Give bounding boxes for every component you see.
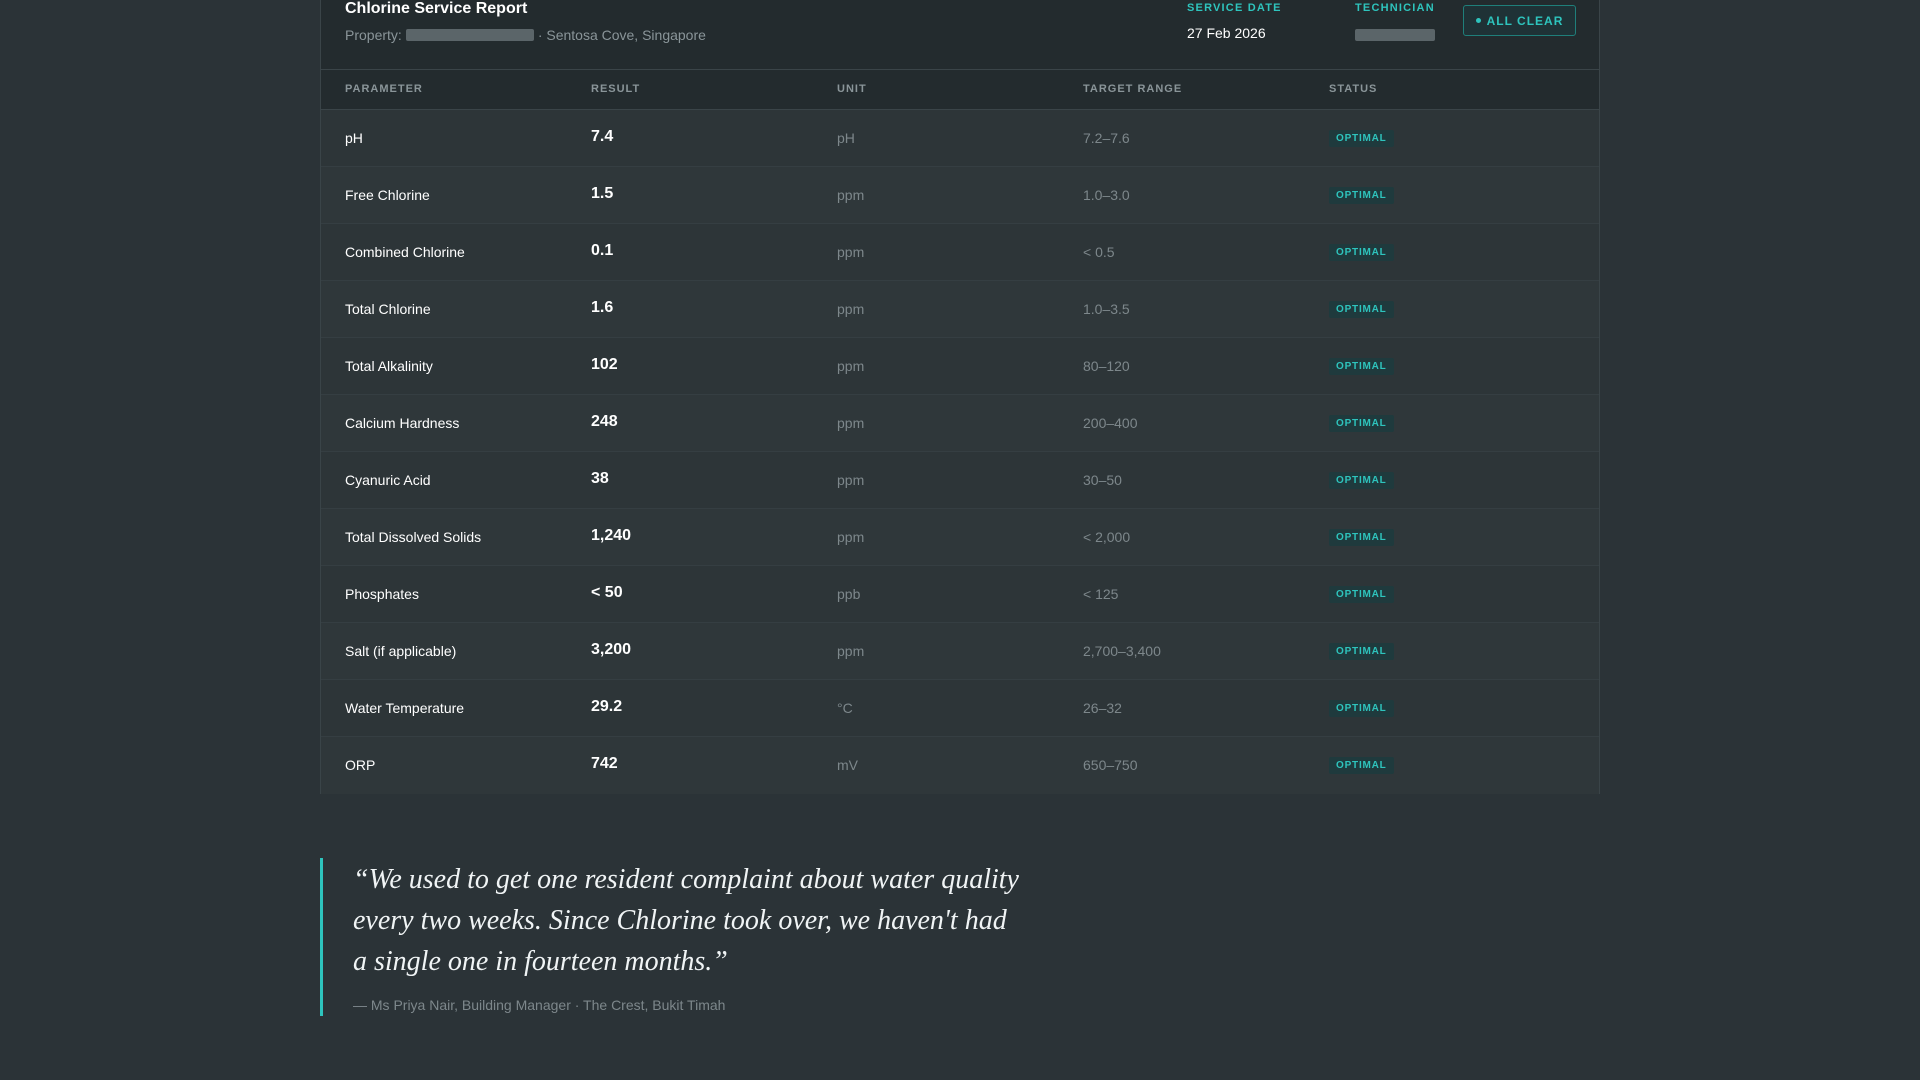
unit-cell: pH	[837, 130, 855, 146]
table-row: Total Chlorine 1.6 ppm 1.0–3.5 OPTIMAL	[321, 281, 1599, 338]
parameter-cell: Salt (if applicable)	[345, 643, 457, 659]
table-row: Total Dissolved Solids 1,240 ppm < 2,000…	[321, 509, 1599, 566]
unit-cell: ppm	[837, 472, 865, 488]
target-range-cell: 7.2–7.6	[1083, 130, 1130, 146]
result-cell: 1.6	[591, 299, 614, 316]
status-badge: OPTIMAL	[1329, 472, 1394, 489]
parameter-cell: pH	[345, 130, 363, 146]
parameter-cell: Total Alkalinity	[345, 358, 433, 374]
header-unit: UNIT	[837, 83, 867, 95]
status-dot-icon	[1475, 18, 1481, 23]
target-range-cell: < 125	[1083, 586, 1119, 602]
table-row: Total Alkalinity 102 ppm 80–120 OPTIMAL	[321, 338, 1599, 395]
result-cell: 0.1	[591, 242, 614, 259]
status-badge: OPTIMAL	[1329, 529, 1394, 546]
header-result: RESULT	[591, 83, 641, 95]
table-row: Free Chlorine 1.5 ppm 1.0–3.0 OPTIMAL	[321, 167, 1599, 224]
status-badge: OPTIMAL	[1329, 757, 1394, 774]
unit-cell: ppb	[837, 586, 861, 602]
parameter-cell: Water Temperature	[345, 700, 465, 716]
parameter-cell: Cyanuric Acid	[345, 472, 431, 488]
table-row: pH 7.4 pH 7.2–7.6 OPTIMAL	[321, 110, 1599, 167]
target-range-cell: 26–32	[1083, 700, 1122, 716]
target-range-cell: < 0.5	[1083, 244, 1115, 260]
unit-cell: ppm	[837, 643, 865, 659]
result-cell: 1.5	[591, 185, 614, 202]
table-header: PARAMETER RESULT UNIT TARGET RANGE STATU…	[321, 70, 1599, 110]
status-badge: OPTIMAL	[1329, 700, 1394, 717]
result-cell: < 50	[591, 584, 623, 601]
result-cell: 102	[591, 356, 618, 373]
unit-cell: ppm	[837, 529, 865, 545]
all-clear-button[interactable]: ALL CLEAR	[1463, 5, 1576, 36]
target-range-cell: 1.0–3.5	[1083, 301, 1130, 317]
status-badge: OPTIMAL	[1329, 358, 1394, 375]
status-badge: OPTIMAL	[1329, 301, 1394, 318]
unit-cell: ppm	[837, 358, 865, 374]
unit-cell: mV	[837, 757, 858, 773]
status-badge: OPTIMAL	[1329, 130, 1394, 147]
status-badge: OPTIMAL	[1329, 586, 1394, 603]
property-name-redacted	[405, 29, 534, 41]
unit-cell: ppm	[837, 187, 865, 203]
status-badge: OPTIMAL	[1329, 187, 1394, 204]
header-parameter: PARAMETER	[345, 83, 423, 95]
technician-name-redacted	[1355, 29, 1435, 41]
target-range-cell: 1.0–3.0	[1083, 187, 1130, 203]
table-row: Salt (if applicable) 3,200 ppm 2,700–3,4…	[321, 623, 1599, 680]
status-badge: OPTIMAL	[1329, 415, 1394, 432]
parameter-cell: Total Chlorine	[345, 301, 431, 317]
testimonial-attribution: — Ms Priya Nair, Building Manager · The …	[353, 997, 726, 1013]
unit-cell: ppm	[837, 301, 865, 317]
result-cell: 248	[591, 413, 618, 430]
table-row: Calcium Hardness 248 ppm 200–400 OPTIMAL	[321, 395, 1599, 452]
service-report-card: Chlorine Service Report Property: · Sent…	[320, 0, 1600, 794]
all-clear-label: ALL CLEAR	[1486, 13, 1564, 28]
parameter-cell: Free Chlorine	[345, 187, 430, 203]
parameter-cell: Total Dissolved Solids	[345, 529, 482, 545]
report-header: Chlorine Service Report Property: · Sent…	[321, 0, 1599, 70]
results-table-body: pH 7.4 pH 7.2–7.6 OPTIMAL Free Chlorine …	[321, 110, 1599, 794]
technician-label: TECHNICIAN	[1355, 2, 1435, 14]
testimonial-quote: “We used to get one resident complaint a…	[320, 858, 1020, 1016]
parameter-cell: Combined Chlorine	[345, 244, 465, 260]
target-range-cell: < 2,000	[1083, 529, 1131, 545]
result-cell: 1,240	[591, 527, 632, 544]
target-range-cell: 200–400	[1083, 415, 1138, 431]
result-cell: 29.2	[591, 698, 623, 715]
header-status: STATUS	[1329, 83, 1378, 95]
testimonial-text: “We used to get one resident complaint a…	[353, 864, 1019, 977]
unit-cell: ppm	[837, 415, 865, 431]
table-row: Cyanuric Acid 38 ppm 30–50 OPTIMAL	[321, 452, 1599, 509]
status-badge: OPTIMAL	[1329, 244, 1394, 261]
result-cell: 7.4	[591, 128, 614, 145]
table-row: Phosphates < 50 ppb < 125 OPTIMAL	[321, 566, 1599, 623]
result-cell: 38	[591, 470, 609, 487]
property-line: Property: · Sentosa Cove, Singapore	[345, 27, 706, 43]
header-target-range: TARGET RANGE	[1083, 83, 1183, 95]
target-range-cell: 650–750	[1083, 757, 1138, 773]
target-range-cell: 30–50	[1083, 472, 1122, 488]
parameter-cell: ORP	[345, 757, 376, 773]
result-cell: 3,200	[591, 641, 632, 658]
service-date-label: SERVICE DATE	[1187, 2, 1282, 14]
table-row: Combined Chlorine 0.1 ppm < 0.5 OPTIMAL	[321, 224, 1599, 281]
target-range-cell: 80–120	[1083, 358, 1130, 374]
property-label: Property:	[345, 27, 402, 43]
property-location: · Sentosa Cove, Singapore	[537, 27, 706, 43]
unit-cell: °C	[837, 700, 853, 716]
result-cell: 742	[591, 755, 618, 772]
parameter-cell: Phosphates	[345, 586, 419, 602]
target-range-cell: 2,700–3,400	[1083, 643, 1161, 659]
status-badge: OPTIMAL	[1329, 643, 1394, 660]
parameter-cell: Calcium Hardness	[345, 415, 460, 431]
service-date-value: 27 Feb 2026	[1187, 25, 1266, 41]
report-title: Chlorine Service Report	[345, 0, 528, 17]
table-row: ORP 742 mV 650–750 OPTIMAL	[321, 737, 1599, 794]
table-row: Water Temperature 29.2 °C 26–32 OPTIMAL	[321, 680, 1599, 737]
unit-cell: ppm	[837, 244, 865, 260]
